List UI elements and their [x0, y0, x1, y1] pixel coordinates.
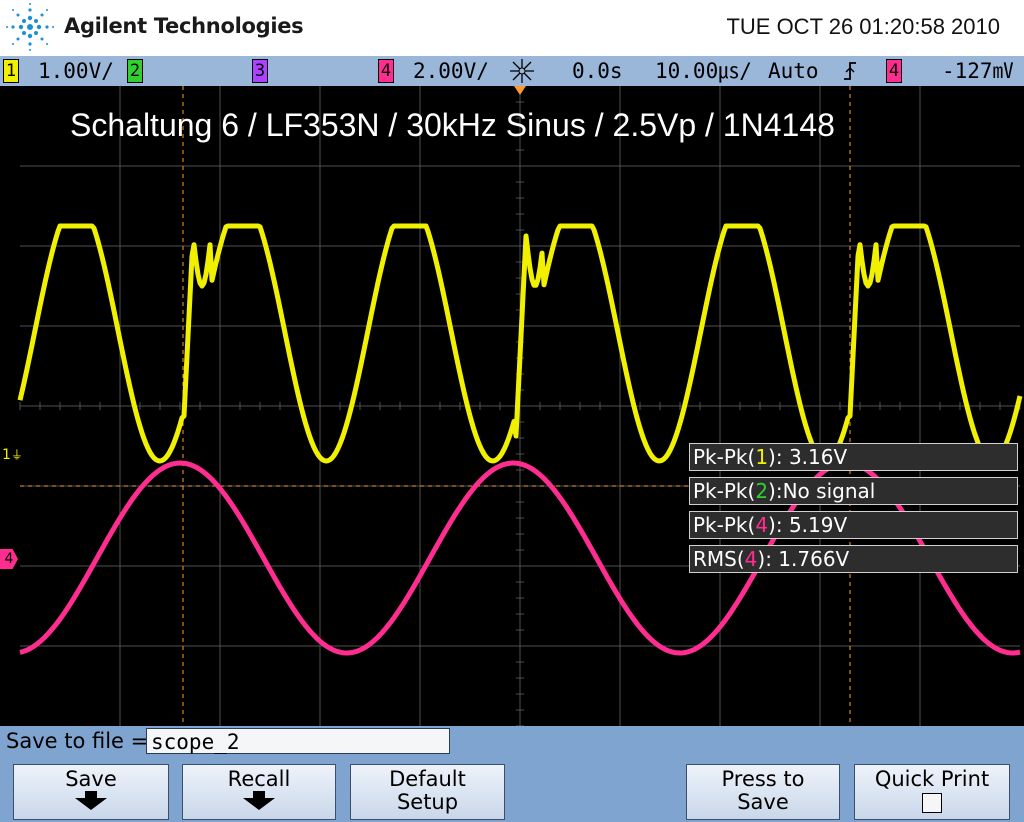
measurement-pkpk-ch1: Pk-Pk(1): 3.16V	[689, 443, 1018, 471]
screen-annotation: Schaltung 6 / LF353N / 30kHz Sinus / 2.5…	[70, 107, 835, 143]
measurement-rms-ch4: RMS(4): 1.766V	[689, 545, 1018, 573]
date-time: TUE OCT 26 01:20:58 2010	[726, 14, 1000, 39]
channel-1-badge[interactable]: 1	[3, 59, 19, 83]
save-to-file-label: Save to file =	[6, 729, 149, 753]
quick-print-checkbox[interactable]	[922, 793, 942, 813]
channel-4-badge[interactable]: 4	[378, 59, 394, 83]
arrow-down-icon	[243, 791, 275, 810]
acquisition-icon[interactable]	[506, 57, 538, 85]
waveform-display[interactable]	[0, 85, 1024, 727]
trigger-level: -127㎷	[942, 59, 1014, 83]
channel-3-badge[interactable]: 3	[252, 59, 268, 83]
delay-value: 0.0s	[572, 59, 623, 83]
timebase-value: 10.00㎲/	[655, 59, 752, 83]
brand-name: Agilent Technologies	[64, 14, 304, 38]
header: Agilent Technologies TUE OCT 26 01:20:58…	[0, 0, 1024, 56]
softkey-panel: Save to file = scope_2 Save Recall Defau…	[0, 726, 1024, 822]
recall-button[interactable]: Recall	[182, 764, 336, 820]
trigger-mode: Auto	[768, 59, 819, 83]
trigger-slope-icon	[844, 62, 856, 80]
quick-print-button[interactable]: Quick Print	[854, 764, 1010, 820]
channel-1-ground-marker[interactable]: 1⏚	[2, 446, 23, 464]
channel-4-scale: 2.00V/	[413, 59, 489, 83]
trigger-source-badge: 4	[886, 59, 902, 83]
measurement-pkpk-ch4: Pk-Pk(4): 5.19V	[689, 511, 1018, 539]
default-setup-button[interactable]: Default Setup	[350, 764, 505, 820]
trigger-position-marker	[514, 86, 526, 95]
status-bar: 1 1.00V/ 2 3 4 2.00V/ 0.0s 10.00㎲/ Auto …	[0, 56, 1024, 86]
save-button[interactable]: Save	[13, 764, 169, 820]
measurement-pkpk-ch2: Pk-Pk(2):No signal	[689, 477, 1018, 505]
agilent-spark-logo-icon	[6, 3, 54, 51]
filename-field[interactable]: scope_2	[146, 728, 450, 754]
press-to-save-button[interactable]: Press to Save	[686, 764, 840, 820]
channel-2-badge[interactable]: 2	[127, 59, 143, 83]
waveform-canvas	[17, 85, 1023, 727]
arrow-down-icon	[75, 791, 107, 810]
channel-1-scale: 1.00V/	[38, 59, 114, 83]
